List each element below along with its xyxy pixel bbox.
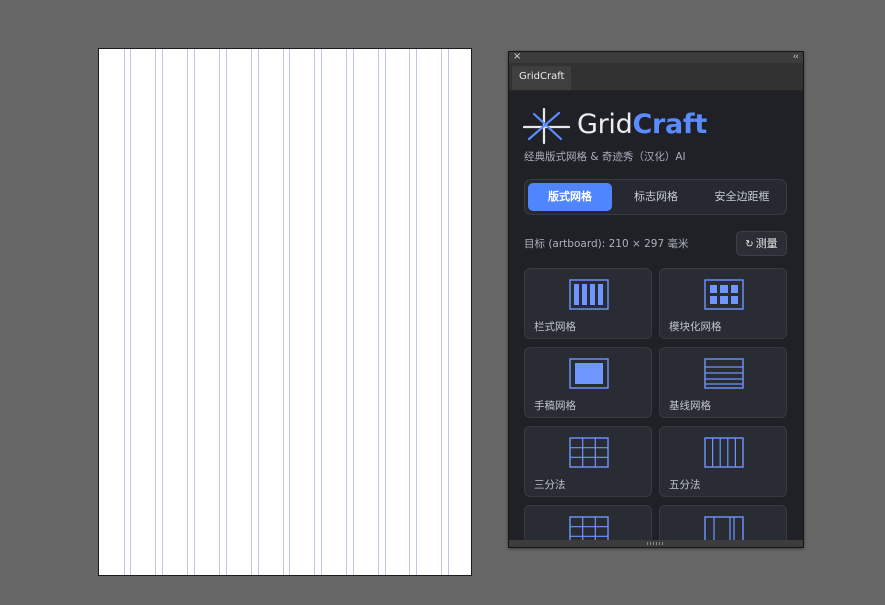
- panel-resize-bar[interactable]: [509, 540, 803, 547]
- column-guide: [321, 49, 322, 575]
- column-guide: [283, 49, 284, 575]
- measure-label: 测量: [755, 237, 778, 250]
- card-rule-of-thirds[interactable]: 三分法: [524, 426, 652, 497]
- column-guide: [187, 49, 188, 575]
- baseline-grid-icon: [704, 358, 744, 389]
- column-guide: [448, 49, 449, 575]
- tab-layout-grid[interactable]: 版式网格: [528, 183, 612, 211]
- card-label: 模块化网格: [669, 321, 722, 333]
- card-label: 手稿网格: [534, 400, 576, 412]
- card-modular-grid[interactable]: 模块化网格: [659, 268, 787, 339]
- split-columns-icon: [704, 516, 744, 540]
- brand-grid: Grid: [577, 109, 633, 140]
- gridcraft-logo-icon: [523, 107, 571, 145]
- card-manuscript-grid[interactable]: 手稿网格: [524, 347, 652, 418]
- grid-icon: [569, 516, 609, 540]
- column-guide: [353, 49, 354, 575]
- brand-craft: Craft: [632, 109, 707, 140]
- column-guide: [226, 49, 227, 575]
- tab-gridcraft[interactable]: GridCraft: [512, 66, 572, 90]
- column-guide: [155, 49, 156, 575]
- column-guide: [251, 49, 252, 575]
- card-grid[interactable]: [524, 505, 652, 540]
- column-guide: [289, 49, 290, 575]
- card-label: 基线网格: [669, 400, 711, 412]
- mode-segmented-control: 版式网格 标志网格 安全边距框: [524, 179, 787, 215]
- column-guide: [124, 49, 125, 575]
- tab-safe-margin[interactable]: 安全边距框: [700, 183, 784, 211]
- modular-grid-icon: [704, 279, 744, 310]
- column-guide: [441, 49, 442, 575]
- column-guide: [409, 49, 410, 575]
- refresh-icon: ↻: [745, 239, 754, 250]
- panel-tabbar: GridCraft: [509, 63, 803, 91]
- columns-grid-icon: [569, 279, 609, 310]
- column-guide: [219, 49, 220, 575]
- brand-name: GridCraft: [577, 105, 707, 145]
- column-guide: [258, 49, 259, 575]
- panel-content: GridCraft 经典版式网格 & 奇迹秀（汉化）AI 版式网格 标志网格 安…: [509, 91, 803, 540]
- column-guide: [314, 49, 315, 575]
- brand-logo: GridCraft: [523, 105, 707, 145]
- card-label: 三分法: [534, 479, 566, 491]
- card-label: 栏式网格: [534, 321, 576, 333]
- column-guide: [194, 49, 195, 575]
- tab-logo-grid[interactable]: 标志网格: [614, 183, 698, 211]
- card-label: 五分法: [669, 479, 701, 491]
- column-guide: [130, 49, 131, 575]
- card-split-columns[interactable]: [659, 505, 787, 540]
- card-rule-of-fifths[interactable]: 五分法: [659, 426, 787, 497]
- column-guide: [378, 49, 379, 575]
- panel-titlebar: × ‹‹: [509, 52, 803, 63]
- card-baseline-grid[interactable]: 基线网格: [659, 347, 787, 418]
- rule-of-thirds-icon: [569, 437, 609, 468]
- target-info: 目标 (artboard): 210 × 297 毫米: [524, 238, 689, 250]
- measure-button[interactable]: ↻ 测量: [736, 231, 787, 256]
- column-guide: [346, 49, 347, 575]
- artboard[interactable]: [98, 48, 472, 576]
- column-guide: [162, 49, 163, 575]
- column-guide: [385, 49, 386, 575]
- panel-subtitle: 经典版式网格 & 奇迹秀（汉化）AI: [524, 151, 686, 163]
- resize-grip-icon[interactable]: [647, 542, 665, 545]
- manuscript-grid-icon: [569, 358, 609, 389]
- column-guide: [416, 49, 417, 575]
- rule-of-fifths-icon: [704, 437, 744, 468]
- gridcraft-panel: × ‹‹ GridCraft GridCraft 经典版式网格 & 奇迹秀（汉化…: [508, 51, 804, 548]
- card-column-grid[interactable]: 栏式网格: [524, 268, 652, 339]
